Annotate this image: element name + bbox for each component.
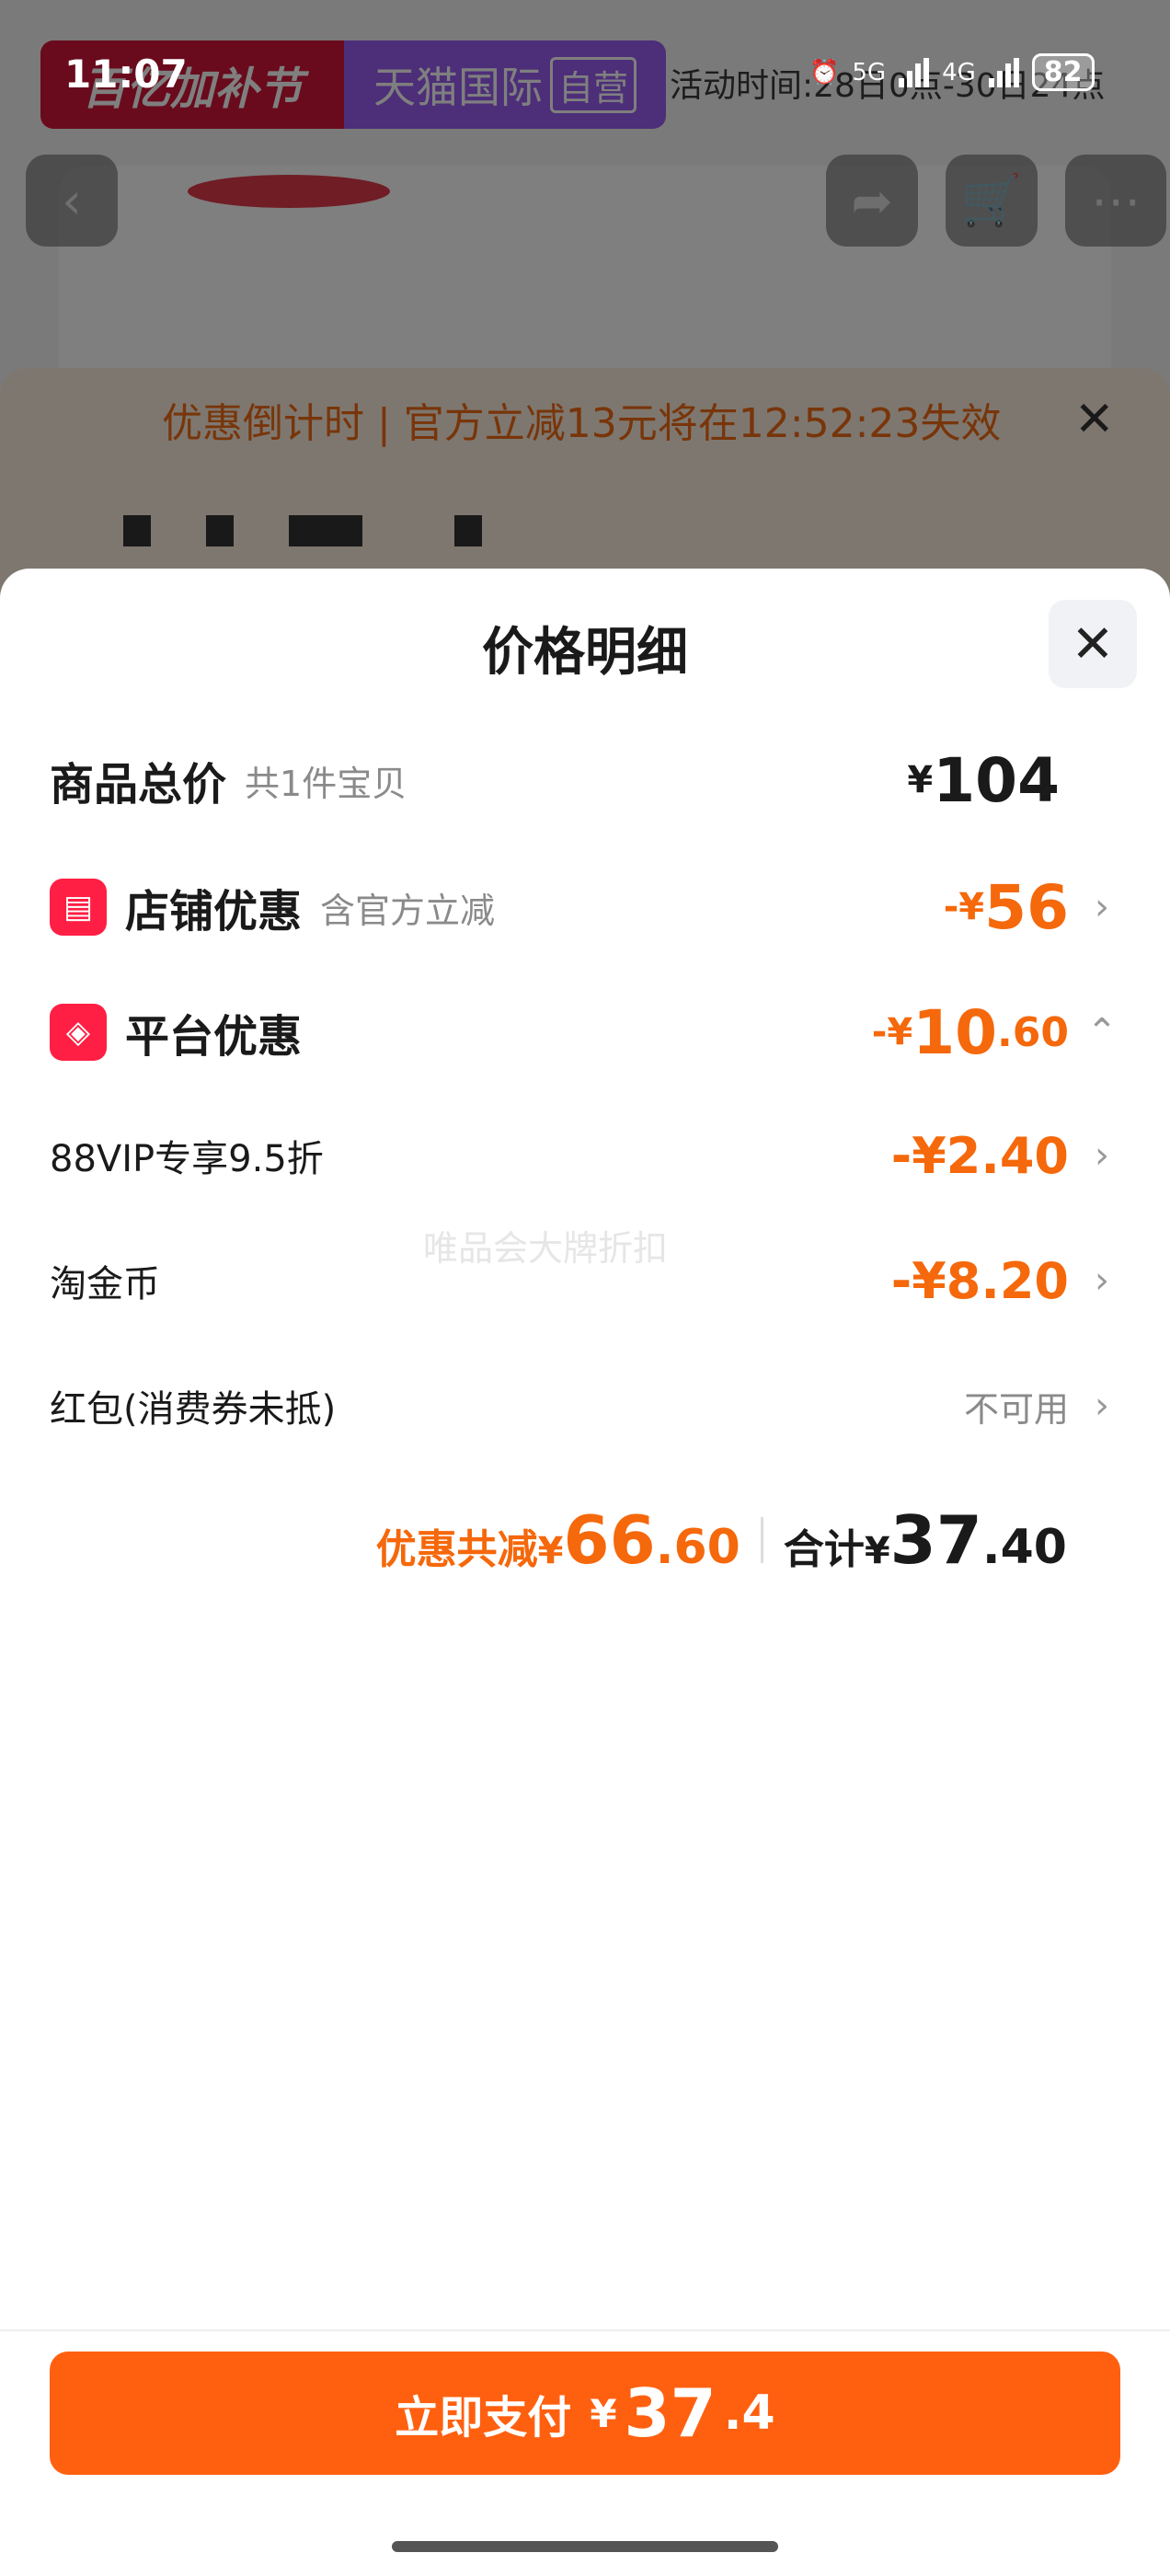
pay-now-label: 立即支付 <box>395 2392 572 2444</box>
chevron-up-icon: ⌃ <box>1086 1011 1118 1053</box>
vip-discount-value: -¥2.40 <box>890 1126 1069 1185</box>
total-price-value: 104 <box>933 744 1060 816</box>
shop-icon: ▤ <box>50 879 107 936</box>
shop-discount-value: 56 <box>984 871 1069 943</box>
grand-total-int: 37 <box>889 1501 982 1579</box>
vip-discount-label: 88VIP专享9.5折 <box>50 1138 324 1180</box>
row-total-price: 商品总价 共1件宝贝 ¥ 104 <box>50 743 1120 817</box>
platform-discount-value: 10 <box>912 996 998 1068</box>
shop-discount-note: 含官方立减 <box>320 890 496 931</box>
status-time: 11:07 <box>64 52 188 97</box>
row-platform-discount[interactable]: ◈ 平台优惠 -¥ 10 .60 ⌃ <box>50 995 1120 1069</box>
signal-icon <box>899 57 930 87</box>
row-red-packet[interactable]: 红包(消费券未抵) 不可用 › <box>50 1369 1120 1443</box>
shop-discount-label: 店铺优惠 <box>125 886 303 937</box>
close-icon: ✕ <box>1071 614 1115 674</box>
network-5g: 5G <box>852 58 887 86</box>
row-coin-discount[interactable]: 淘金币 -¥8.20 › <box>50 1244 1120 1317</box>
platform-discount-decimal: .60 <box>997 1008 1069 1056</box>
currency-symbol: ¥ <box>907 759 934 801</box>
row-shop-discount[interactable]: ▤ 店铺优惠 含官方立减 -¥ 56 › <box>50 870 1120 944</box>
price-summary: 优惠共减 ¥ 66 .60 合计 ¥ 37 .40 <box>0 1501 1067 1579</box>
close-button[interactable]: ✕ <box>1049 600 1137 688</box>
coin-discount-value: -¥8.20 <box>890 1251 1069 1310</box>
chevron-right-icon: › <box>1095 1134 1109 1177</box>
red-packet-label: 红包(消费券未抵) <box>50 1388 337 1431</box>
currency-symbol: ¥ <box>590 2390 617 2436</box>
currency-symbol: ¥ <box>537 1530 564 1572</box>
pay-now-button[interactable]: 立即支付 ¥ 37 .4 <box>50 2352 1120 2475</box>
item-count: 共1件宝贝 <box>245 763 407 804</box>
discount-total-decimal: .60 <box>655 1520 740 1575</box>
grand-total-label: 合计 <box>783 1526 865 1573</box>
tag-icon: ◈ <box>50 1004 107 1061</box>
chevron-right-icon: › <box>1095 886 1109 928</box>
currency-symbol: -¥ <box>943 886 985 928</box>
chevron-right-icon: › <box>1095 1259 1109 1302</box>
currency-symbol: ¥ <box>864 1530 890 1572</box>
home-indicator[interactable] <box>392 2541 778 2552</box>
alarm-icon: ⏰ <box>809 58 840 86</box>
discount-total-label: 优惠共减 <box>375 1526 538 1573</box>
pay-amount-int: 37 <box>624 2375 717 2452</box>
divider <box>760 1517 763 1563</box>
currency-symbol: -¥ <box>871 1011 913 1053</box>
row-vip-discount[interactable]: 88VIP专享9.5折 -¥2.40 › <box>50 1119 1120 1192</box>
coin-discount-label: 淘金币 <box>50 1263 160 1305</box>
signal-icon <box>988 57 1019 87</box>
chevron-right-icon: › <box>1095 1385 1109 1427</box>
status-icons: ⏰ 5G 4G 82 <box>809 53 1095 91</box>
red-packet-status: 不可用 <box>963 1388 1069 1430</box>
network-4g: 4G <box>942 58 976 86</box>
sheet-title: 价格明细 <box>482 623 688 683</box>
grand-total-decimal: .40 <box>981 1520 1067 1575</box>
divider <box>0 2329 1170 2331</box>
total-price-label: 商品总价 <box>50 759 227 811</box>
pay-amount-decimal: .4 <box>723 2386 775 2441</box>
platform-discount-label: 平台优惠 <box>125 1011 303 1063</box>
discount-total-int: 66 <box>563 1501 656 1579</box>
battery-indicator: 82 <box>1031 53 1095 91</box>
